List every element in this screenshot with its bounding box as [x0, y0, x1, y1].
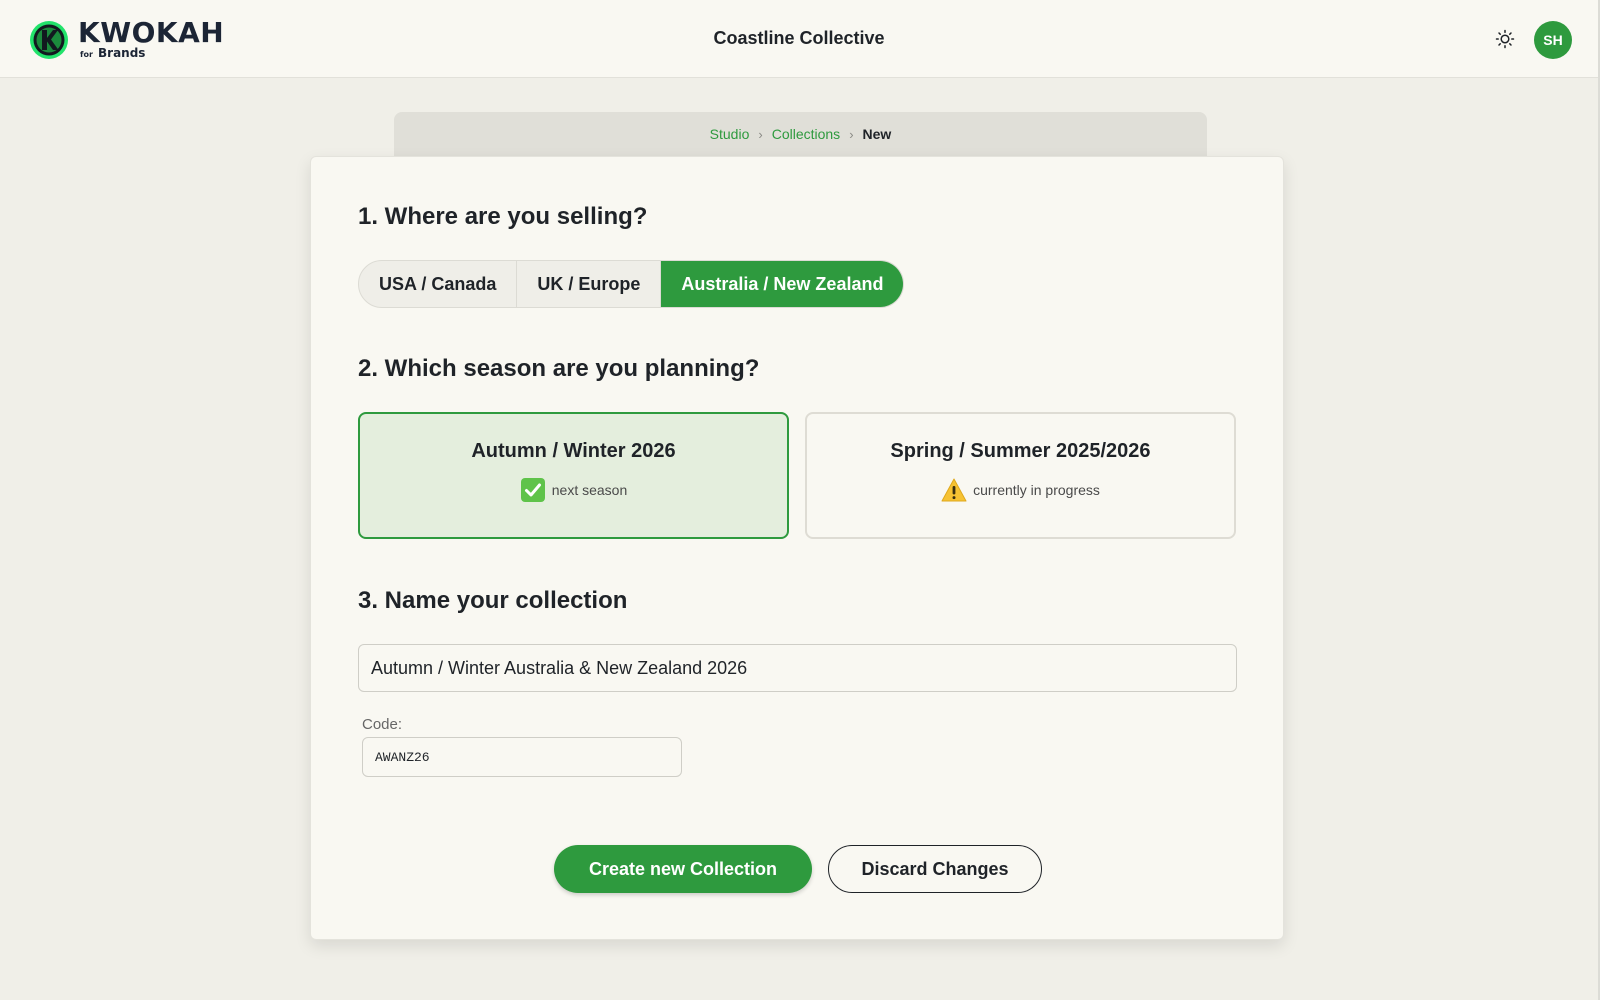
- breadcrumb-separator: ›: [849, 126, 854, 142]
- season-card-title: Spring / Summer 2025/2026: [890, 440, 1151, 462]
- logo-sub-for: for: [80, 50, 93, 59]
- top-bar: KWOKAH for Brands Coastline Collective S…: [0, 0, 1598, 78]
- breadcrumb-item-collections[interactable]: Collections: [772, 126, 840, 142]
- new-collection-card: 1. Where are you selling? USA / Canada U…: [310, 156, 1284, 940]
- season-card-status-text: next season: [551, 482, 628, 498]
- breadcrumb: Studio › Collections › New: [394, 112, 1207, 156]
- season-card-status-text: currently in progress: [973, 482, 1100, 498]
- code-label: Code:: [362, 716, 403, 733]
- warning-icon: [941, 478, 967, 502]
- collection-name-input[interactable]: [358, 644, 1237, 692]
- breadcrumb-separator: ›: [758, 126, 763, 142]
- season-section-title: 2. Which season are you planning?: [358, 355, 760, 382]
- organization-name: Coastline Collective: [713, 28, 885, 48]
- region-option-australia-new-zealand[interactable]: Australia / New Zealand: [661, 261, 904, 307]
- discard-changes-button[interactable]: Discard Changes: [828, 845, 1042, 893]
- check-mark-icon: [520, 478, 545, 502]
- season-card-status: currently in progress: [807, 477, 1234, 503]
- region-section-title: 1. Where are you selling?: [358, 203, 648, 230]
- breadcrumb-current: New: [862, 126, 892, 142]
- season-card-status: next season: [360, 477, 787, 503]
- collection-code-input[interactable]: [362, 737, 682, 777]
- region-option-uk-europe[interactable]: UK / Europe: [517, 261, 662, 307]
- breadcrumb-item-studio[interactable]: Studio: [710, 126, 750, 142]
- user-avatar[interactable]: SH: [1534, 21, 1572, 59]
- season-card-title: Autumn / Winter 2026: [471, 440, 676, 462]
- sun-icon[interactable]: [1495, 29, 1515, 49]
- create-collection-button[interactable]: Create new Collection: [554, 845, 812, 893]
- season-card-spring-summer[interactable]: Spring / Summer 2025/2026 currently in p…: [805, 412, 1236, 539]
- season-card-autumn-winter[interactable]: Autumn / Winter 2026 next season: [358, 412, 789, 539]
- region-selector: USA / Canada UK / Europe Australia / New…: [358, 260, 905, 308]
- name-section-title: 3. Name your collection: [358, 587, 628, 614]
- region-option-usa-canada[interactable]: USA / Canada: [359, 261, 518, 307]
